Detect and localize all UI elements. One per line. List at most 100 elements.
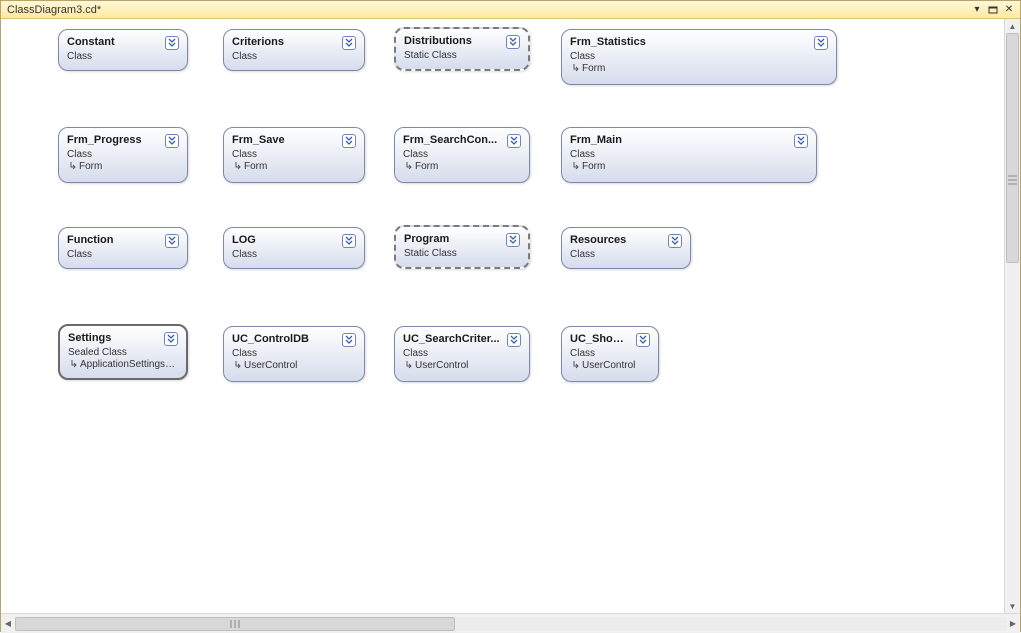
class-node-criterions[interactable]: CriterionsClass: [223, 29, 365, 71]
vertical-scrollbar[interactable]: ▲ ▼: [1004, 19, 1020, 613]
class-node-uc_controldb[interactable]: UC_ControlDB ClassUserControl: [223, 326, 365, 382]
class-node-type: Class: [67, 249, 179, 260]
class-node-name: Frm_Main: [570, 134, 790, 146]
class-node-type: Class: [570, 249, 682, 260]
class-node-type: Static Class: [404, 248, 520, 259]
chevron-down-icon[interactable]: [342, 333, 356, 347]
class-node-frm_main[interactable]: Frm_Main ClassForm: [561, 127, 817, 183]
class-node-name: Distributions: [404, 35, 502, 47]
class-node-header: Resources: [570, 234, 682, 248]
class-node-base-label: Form: [582, 161, 605, 172]
class-node-resources[interactable]: ResourcesClass: [561, 227, 691, 269]
inherits-icon: [403, 360, 412, 371]
inherits-icon: [67, 161, 76, 172]
class-node-program[interactable]: ProgramStatic Class: [394, 225, 530, 269]
class-node-constant[interactable]: ConstantClass: [58, 29, 188, 71]
maximize-button[interactable]: [986, 3, 1000, 17]
chevron-down-icon[interactable]: [342, 234, 356, 248]
class-node-header: UC_ControlDB: [232, 333, 356, 347]
class-node-base-label: Form: [415, 161, 438, 172]
inherits-icon: [68, 359, 77, 370]
class-node-type: Class: [570, 149, 808, 160]
class-node-base: Form: [570, 63, 828, 74]
class-node-base-label: UserControl: [415, 360, 468, 371]
class-node-frm_statistics[interactable]: Frm_StatisticsClassForm: [561, 29, 837, 85]
chevron-down-icon[interactable]: [636, 333, 650, 347]
class-node-base: Form: [570, 161, 808, 172]
window-position-button[interactable]: ▾: [970, 3, 984, 17]
hscroll-track[interactable]: [15, 617, 1006, 631]
class-node-function[interactable]: FunctionClass: [58, 227, 188, 269]
vscroll-track[interactable]: [1005, 33, 1020, 599]
chevron-down-icon[interactable]: [507, 333, 521, 347]
class-node-name: Frm_SearchCon...: [403, 134, 503, 146]
scroll-left-button[interactable]: ◀: [1, 617, 15, 631]
scroll-down-button[interactable]: ▼: [1005, 599, 1020, 613]
class-node-name: LOG: [232, 234, 338, 246]
class-node-base: Form: [67, 161, 179, 172]
class-node-type: Class: [67, 149, 179, 160]
chevron-down-icon[interactable]: [507, 134, 521, 148]
chevron-down-icon[interactable]: [164, 332, 178, 346]
class-node-base: Form: [232, 161, 356, 172]
horizontal-scrollbar[interactable]: ◀ ▶: [1, 613, 1020, 633]
chevron-down-icon[interactable]: [165, 134, 179, 148]
inherits-icon: [570, 161, 579, 172]
class-node-settings[interactable]: SettingsSealed ClassApplicationSettingsB…: [58, 324, 188, 380]
class-node-base: UserControl: [232, 360, 356, 371]
class-node-type: Class: [232, 249, 356, 260]
document-title: ClassDiagram3.cd*: [7, 4, 968, 16]
class-node-type: Static Class: [404, 50, 520, 61]
class-node-uc_searchcrit[interactable]: UC_SearchCriter...ClassUserControl: [394, 326, 530, 382]
class-node-distributions[interactable]: Distributions Static Class: [394, 27, 530, 71]
class-node-header: Program: [404, 233, 520, 247]
titlebar: ClassDiagram3.cd* ▾ ✕: [1, 1, 1020, 19]
class-node-base-label: UserControl: [582, 360, 635, 371]
class-node-type: Class: [232, 348, 356, 359]
chevron-down-icon[interactable]: [165, 36, 179, 50]
class-node-header: Criterions: [232, 36, 356, 50]
class-node-header: Settings: [68, 332, 178, 346]
chevron-down-icon[interactable]: [668, 234, 682, 248]
class-node-name: Constant: [67, 36, 161, 48]
class-node-header: Frm_Statistics: [570, 36, 828, 50]
close-button[interactable]: ✕: [1002, 3, 1016, 17]
inherits-icon: [232, 161, 241, 172]
class-node-type: Class: [232, 51, 356, 62]
class-node-base-label: UserControl: [244, 360, 297, 371]
scroll-right-button[interactable]: ▶: [1006, 617, 1020, 631]
class-node-header: UC_SearchCriter...: [403, 333, 521, 347]
class-node-base-label: Form: [244, 161, 267, 172]
class-node-log[interactable]: LOG Class: [223, 227, 365, 269]
inherits-icon: [570, 63, 579, 74]
class-node-name: UC_ControlDB: [232, 333, 338, 345]
class-node-base: UserControl: [570, 360, 650, 371]
class-node-type: Class: [570, 348, 650, 359]
class-node-header: Constant: [67, 36, 179, 50]
chevron-down-icon[interactable]: [814, 36, 828, 50]
class-node-header: Frm_Progress: [67, 134, 179, 148]
chevron-down-icon[interactable]: [506, 35, 520, 49]
chevron-down-icon[interactable]: [342, 36, 356, 50]
class-node-header: Function: [67, 234, 179, 248]
chevron-down-icon[interactable]: [342, 134, 356, 148]
class-node-frm_searchcon[interactable]: Frm_SearchCon...ClassForm: [394, 127, 530, 183]
hscroll-thumb[interactable]: [15, 617, 455, 631]
chevron-down-icon[interactable]: [506, 233, 520, 247]
class-node-header: Frm_Main: [570, 134, 808, 148]
class-node-frm_progress[interactable]: Frm_ProgressClassForm: [58, 127, 188, 183]
chevron-down-icon[interactable]: [165, 234, 179, 248]
class-node-base: Form: [403, 161, 521, 172]
class-node-uc_showdb[interactable]: UC_ShowDBClassUserControl: [561, 326, 659, 382]
class-node-name: Frm_Statistics: [570, 36, 810, 48]
class-node-name: Frm_Save: [232, 134, 338, 146]
class-node-frm_save[interactable]: Frm_SaveClassForm: [223, 127, 365, 183]
chevron-down-icon[interactable]: [794, 134, 808, 148]
vscroll-thumb[interactable]: [1006, 33, 1019, 263]
class-node-base-label: Form: [582, 63, 605, 74]
diagram-canvas[interactable]: ConstantClassCriterionsClassDistribution…: [1, 19, 1004, 613]
class-node-base-label: ApplicationSettingsB...: [80, 359, 178, 370]
class-node-header: Distributions: [404, 35, 520, 49]
class-node-type: Sealed Class: [68, 347, 178, 358]
scroll-up-button[interactable]: ▲: [1005, 19, 1020, 33]
